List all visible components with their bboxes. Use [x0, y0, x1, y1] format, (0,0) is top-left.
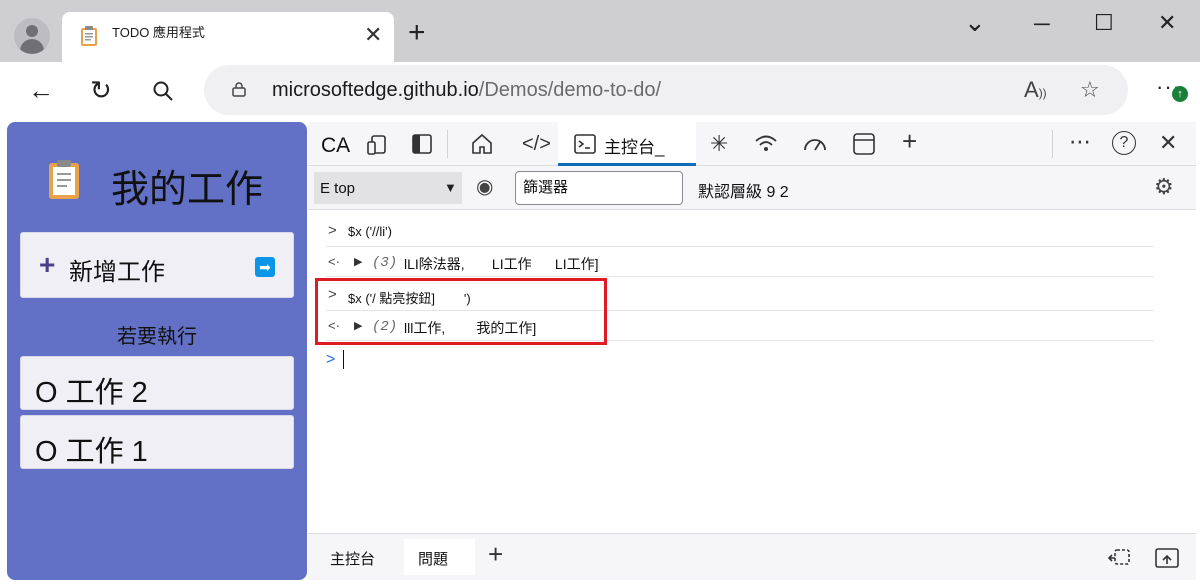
arrow-right-icon[interactable]: ➡ [255, 257, 275, 277]
task-label: O 工作 1 [35, 436, 148, 468]
browser-tab[interactable]: TODO 應用程式 ✕ [62, 12, 394, 62]
context-label: E top [320, 180, 356, 197]
devtools-toolbar: CA </> 主控台_ ✳ + ⋯ ? ✕ [308, 122, 1196, 166]
separator [1052, 130, 1053, 158]
read-aloud-icon[interactable]: A)) [1024, 78, 1047, 105]
more-options-icon[interactable]: ⋯ [1069, 130, 1091, 154]
device-emulation-icon[interactable] [366, 134, 388, 156]
todo-heading: 若要執行 [117, 326, 197, 348]
prompt-chevron-icon: > [326, 351, 336, 368]
network-wifi-icon[interactable] [754, 134, 778, 154]
console-icon [574, 134, 596, 154]
separator [447, 130, 448, 158]
add-task-button[interactable]: + 新增工作 ➡ [20, 232, 294, 298]
text-caret [343, 350, 344, 369]
address-bar[interactable]: microsoftedge.github.io/Demos/demo-to-do… [204, 65, 1128, 115]
new-tab-icon[interactable]: + [408, 18, 426, 48]
help-icon[interactable]: ? [1112, 131, 1136, 155]
clipboard-icon [49, 160, 79, 199]
drawer-add-icon[interactable]: + [488, 541, 503, 567]
expand-drawer-icon[interactable] [1155, 547, 1179, 569]
profile-avatar[interactable] [14, 18, 50, 54]
update-badge-icon: ↑ [1172, 86, 1188, 102]
console-code: $x ('//li') [348, 224, 392, 239]
close-devtools-icon[interactable]: ✕ [1159, 131, 1177, 155]
elements-code-icon[interactable]: </> [522, 132, 551, 156]
more-tools-plus-icon[interactable]: + [902, 128, 917, 154]
add-task-label: 新增工作 [69, 259, 165, 286]
app-title: 我的工作 [111, 167, 264, 211]
url-text[interactable]: microsoftedge.github.io/Demos/demo-to-do… [272, 79, 661, 102]
console-tab-label: 主控台_ [604, 138, 665, 157]
console-input-line[interactable]: > $x ('//li') [326, 217, 1154, 247]
dock-drawer-icon[interactable] [1107, 548, 1131, 568]
highlight-box [315, 278, 607, 345]
back-arrow-icon[interactable]: ← [28, 76, 54, 104]
plus-icon: + [39, 249, 56, 280]
gear-icon[interactable]: ⚙ [1154, 175, 1174, 199]
search-icon[interactable] [152, 80, 174, 102]
url-path: /Demos/demo-to-do/ [478, 79, 662, 101]
window-close-icon[interactable]: ✕ [1158, 11, 1176, 35]
refresh-icon[interactable]: ↻ [90, 76, 112, 104]
title-bar: TODO 應用程式 ✕ + ⌄ ─ ☐ ✕ [0, 0, 1200, 62]
log-levels-selector[interactable]: 默認層級 9 2 [698, 178, 789, 202]
todo-app: 我的工作 + 新增工作 ➡ 若要執行 O 工作 2 O 工作 1 [7, 122, 307, 580]
dropdown-arrow-icon: ▼ [444, 180, 457, 195]
restore-icon[interactable]: ☐ [1094, 11, 1114, 35]
devtools-panel: CA </> 主控台_ ✳ + ⋯ ? ✕ E top ▼ ◉ 篩選器 默認層級… [308, 122, 1196, 580]
eye-icon[interactable]: ◉ [476, 176, 493, 198]
home-icon[interactable] [470, 132, 494, 156]
console-output[interactable]: > $x ('//li') <· ▶ (3) lLI除法器, LI工作 LI工作… [308, 211, 1196, 533]
context-selector[interactable]: E top ▼ [314, 172, 462, 204]
clipboard-icon [81, 26, 97, 46]
tab-actions-chevron-down-icon[interactable]: ⌄ [964, 9, 986, 35]
performance-gauge-icon[interactable] [802, 134, 828, 154]
task-item[interactable]: O 工作 2 [20, 356, 294, 410]
console-result-line[interactable]: <· ▶ (3) lLI除法器, LI工作 LI工作] [326, 247, 1154, 277]
task-item[interactable]: O 工作 1 [20, 415, 294, 469]
bug-icon[interactable]: ✳ [710, 132, 728, 156]
browser-toolbar: ← ↻ microsoftedge.github.io/Demos/demo-t… [0, 62, 1200, 118]
url-host: microsoftedge.github.io [272, 79, 479, 101]
result-count: (3) [372, 255, 398, 271]
dock-side-icon[interactable] [412, 134, 432, 154]
filter-input[interactable] [515, 171, 683, 205]
close-tab-icon[interactable]: ✕ [364, 24, 382, 46]
drawer-tab-issues[interactable]: 問題 [404, 539, 475, 575]
minimize-icon[interactable]: ─ [1034, 12, 1050, 36]
drawer-tab-console[interactable]: 主控台 [330, 548, 375, 569]
input-chevron-icon: > [328, 222, 337, 239]
ca-label[interactable]: CA [321, 134, 350, 158]
tab-title: TODO 應用程式 [112, 25, 205, 40]
task-label: O 工作 2 [35, 377, 148, 409]
tab-console[interactable]: 主控台_ [558, 122, 696, 166]
result-text: lLI除法器, LI工作 LI工作] [404, 256, 599, 272]
application-panel-icon[interactable] [853, 133, 875, 155]
favorite-star-icon[interactable]: ☆ [1080, 78, 1100, 102]
issues-tab-label: 問題 [418, 551, 449, 568]
result-arrow-icon: <· [328, 254, 340, 269]
lock-icon[interactable] [232, 82, 246, 97]
expand-triangle-icon[interactable]: ▶ [354, 255, 362, 268]
drawer-tabbar: 主控台 問題 + [308, 533, 1196, 580]
console-filter-bar: E top ▼ ◉ 默認層級 9 2 ⚙ [308, 166, 1196, 210]
